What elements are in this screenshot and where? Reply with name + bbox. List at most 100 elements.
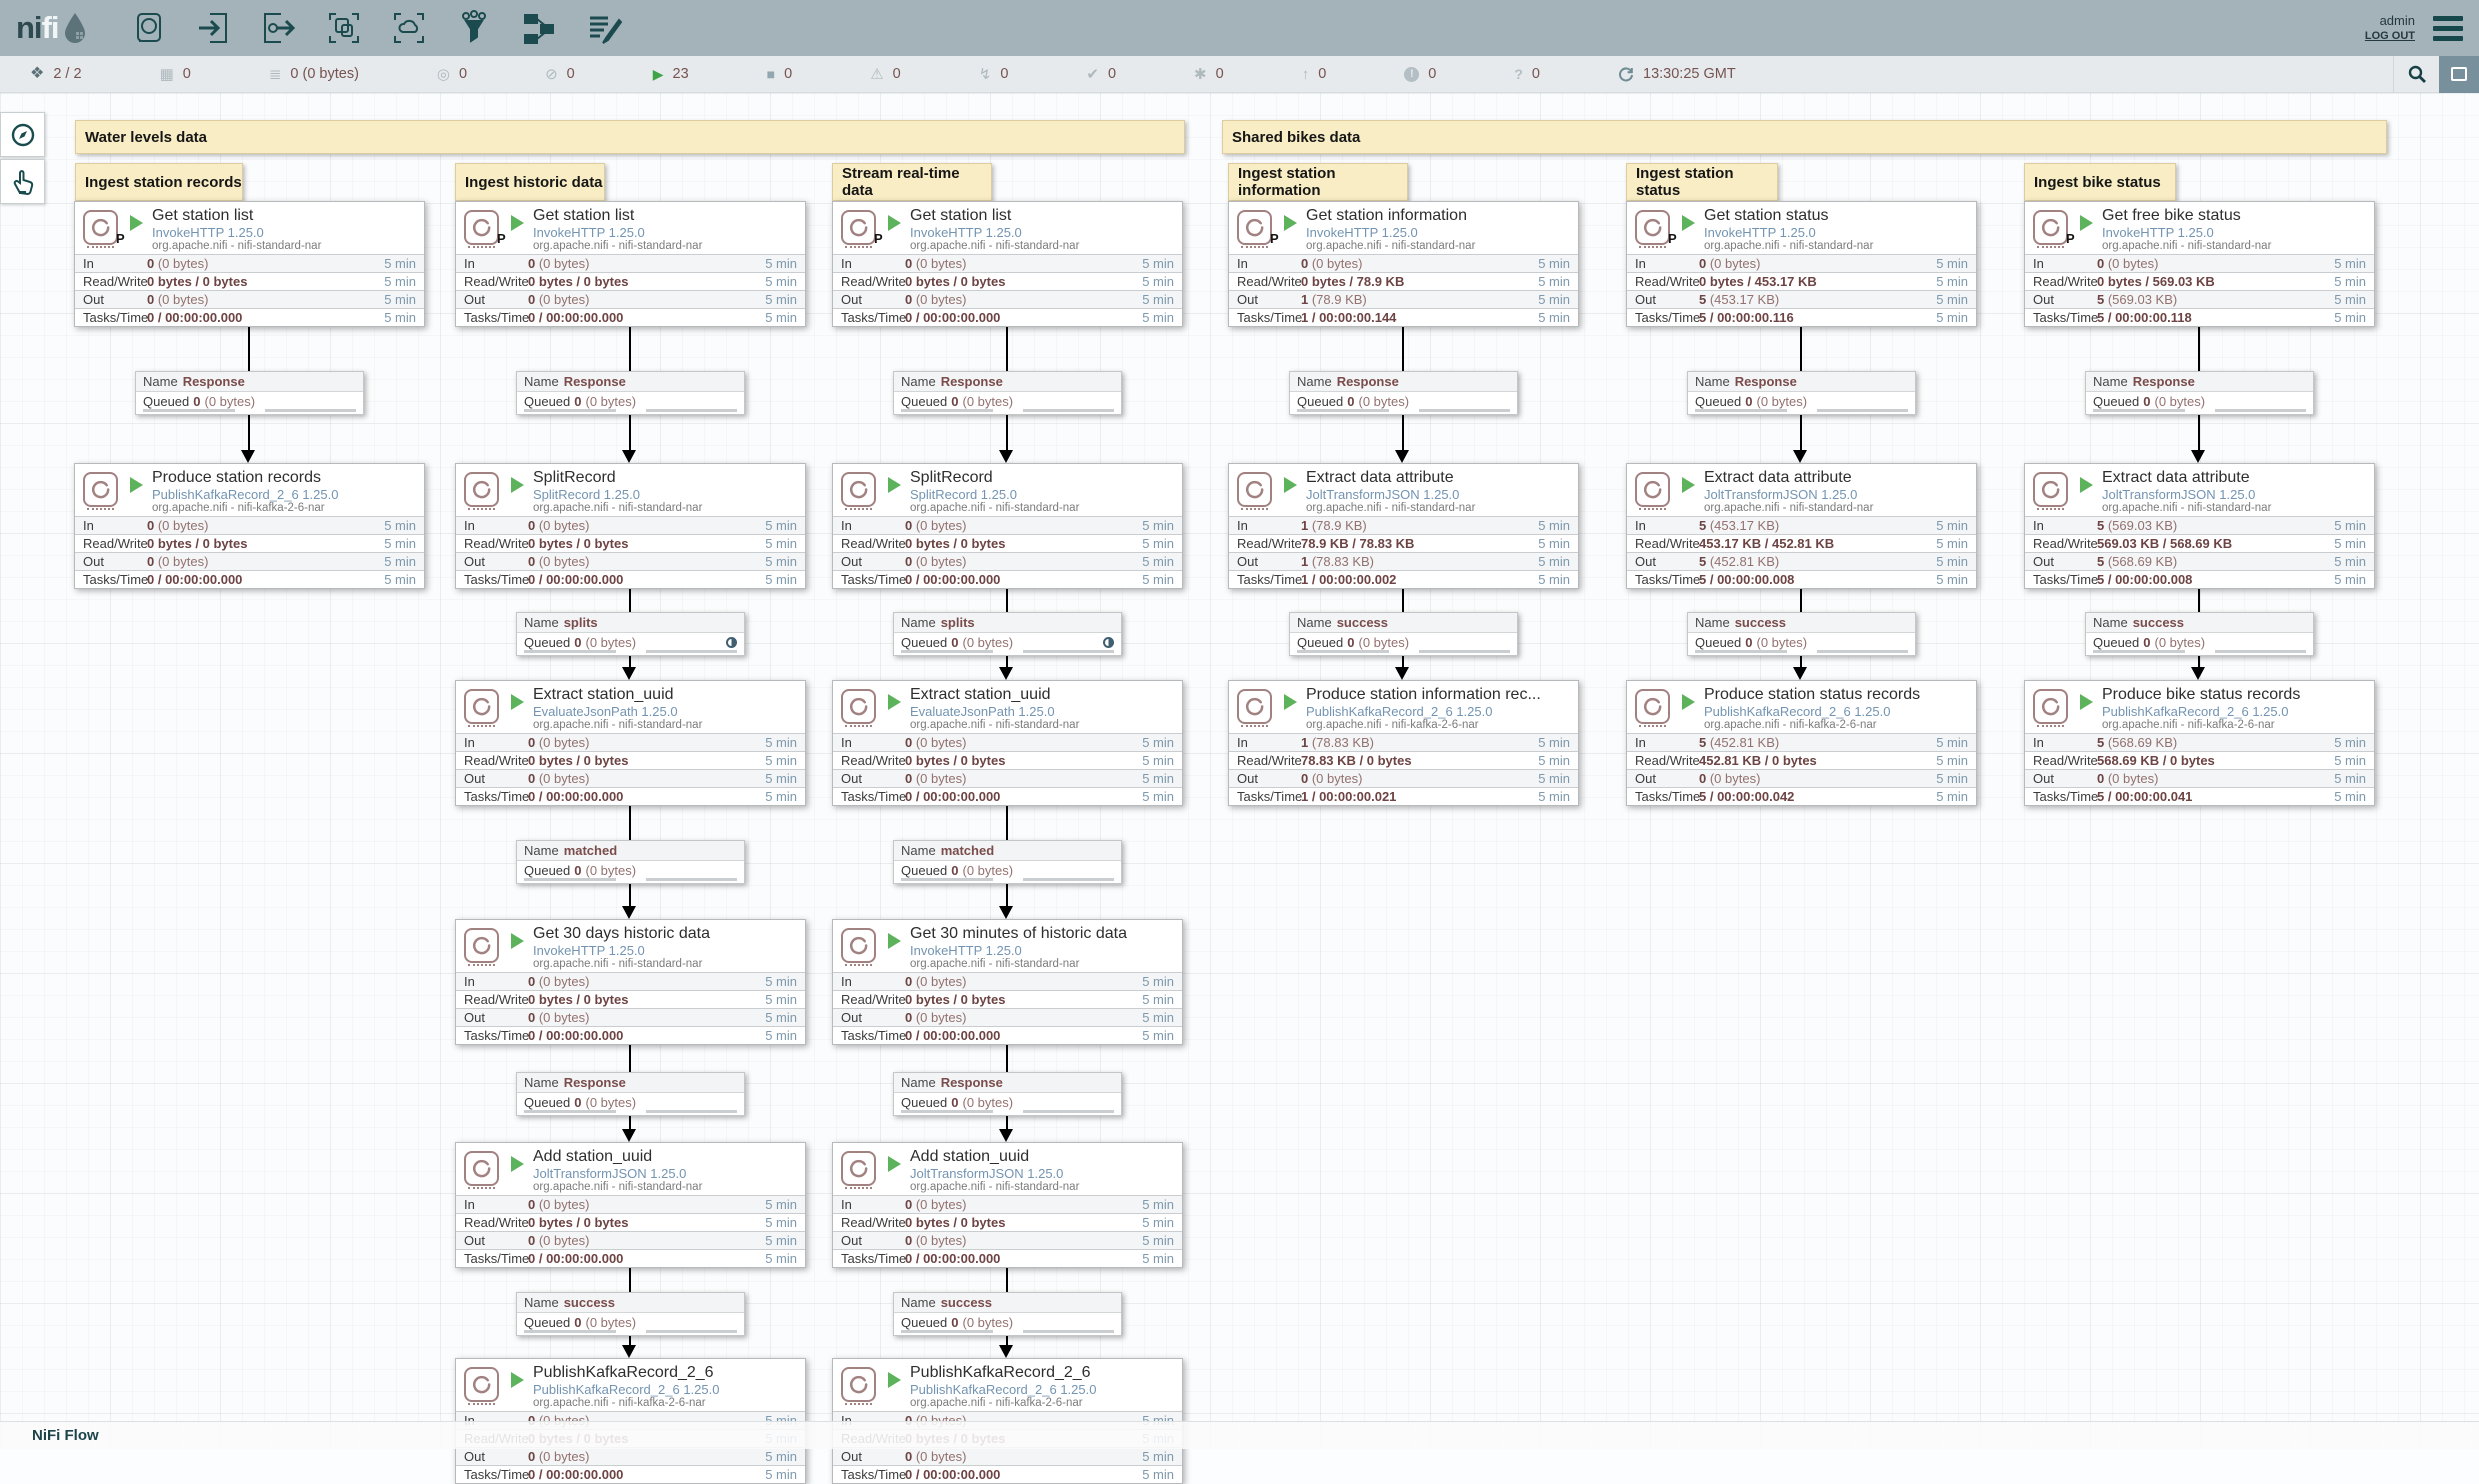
processor-node[interactable]: P Get station information InvokeHTTP 1.2… <box>1228 201 1579 327</box>
connection-name: success <box>1337 615 1388 630</box>
connection-label[interactable]: NameResponse Queued0(0 bytes) <box>135 371 364 415</box>
stat-label: Read/Write <box>464 992 528 1007</box>
connection-label[interactable]: NameResponse Queued0(0 bytes) <box>516 371 745 415</box>
connection-label[interactable]: NameResponse Queued0(0 bytes) <box>516 1072 745 1116</box>
remote-process-group-icon[interactable] <box>390 9 428 47</box>
output-port-icon[interactable] <box>260 9 298 47</box>
stat-window: 5 min <box>765 1251 797 1266</box>
processor-node[interactable]: P Get station list InvokeHTTP 1.25.0 org… <box>832 201 1183 327</box>
processor-stat-row: Tasks/Time 0 / 00:00:00.000 5 min <box>456 1249 805 1267</box>
processor-node[interactable]: Produce station information rec... Publi… <box>1228 680 1579 806</box>
processor-node[interactable]: Add station_uuid JoltTransformJSON 1.25.… <box>832 1142 1183 1268</box>
connection-label[interactable]: NameResponse Queued0(0 bytes) <box>1687 371 1916 415</box>
connection-label[interactable]: Namesuccess Queued0(0 bytes) <box>1289 612 1518 656</box>
processor-node[interactable]: SplitRecord SplitRecord 1.25.0 org.apach… <box>455 463 806 589</box>
stat-label: Read/Write <box>1237 274 1301 289</box>
processor-node[interactable]: Extract station_uuid EvaluateJsonPath 1.… <box>832 680 1183 806</box>
connection-label[interactable]: Namesplits Queued0(0 bytes) <box>893 612 1122 656</box>
processor-stat-row: Read/Write 453.17 KB / 452.81 KB 5 min <box>1627 534 1976 552</box>
running-status-icon <box>511 477 524 493</box>
processor-node[interactable]: Get 30 minutes of historic data InvokeHT… <box>832 919 1183 1045</box>
connection-name: Response <box>1735 374 1797 389</box>
processor-type: JoltTransformJSON 1.25.0 <box>910 1166 1063 1181</box>
processor-node[interactable]: Extract data attribute JoltTransformJSON… <box>1626 463 1977 589</box>
canvas-label[interactable]: Ingest historic data <box>455 163 605 201</box>
canvas-label[interactable]: Ingest bike status <box>2024 163 2176 201</box>
canvas-label[interactable]: Water levels data <box>75 120 1185 154</box>
connection-label[interactable]: Namesuccess Queued0(0 bytes) <box>2085 612 2314 656</box>
stat-label: Tasks/Time <box>1237 789 1301 804</box>
processor-stat-row: Tasks/Time 0 / 00:00:00.000 5 min <box>833 308 1182 326</box>
processor-node[interactable]: P Get station status InvokeHTTP 1.25.0 o… <box>1626 201 1977 327</box>
connection-label[interactable]: NameResponse Queued0(0 bytes) <box>893 1072 1122 1116</box>
stat-value: 5 / 00:00:00.042 <box>1699 789 1936 804</box>
stat-window: 5 min <box>2334 572 2366 587</box>
connection-name: matched <box>941 843 994 858</box>
component-toolbar <box>130 9 623 47</box>
breadcrumb[interactable]: NiFi Flow <box>32 1427 99 1444</box>
transmitting-count: ◎0 <box>437 66 467 82</box>
connection-label[interactable]: NameResponse Queued0(0 bytes) <box>893 371 1122 415</box>
process-group-icon[interactable] <box>325 9 363 47</box>
processor-node[interactable]: Extract station_uuid EvaluateJsonPath 1.… <box>455 680 806 806</box>
connection-arrowhead-icon <box>999 450 1013 463</box>
stat-window: 5 min <box>384 572 416 587</box>
connection-label[interactable]: Namesuccess Queued0(0 bytes) <box>516 1292 745 1336</box>
connection-label[interactable]: Namematched Queued0(0 bytes) <box>893 840 1122 884</box>
birdseye-button[interactable] <box>2439 56 2479 93</box>
processor-node[interactable]: Produce station status records PublishKa… <box>1626 680 1977 806</box>
label-icon[interactable] <box>585 9 623 47</box>
canvas-label[interactable]: Stream real-time data <box>832 163 992 201</box>
processor-node[interactable]: Get 30 days historic data InvokeHTTP 1.2… <box>455 919 806 1045</box>
search-button[interactable] <box>2393 56 2439 93</box>
connection-label[interactable]: NameResponse Queued0(0 bytes) <box>2085 371 2314 415</box>
canvas-label[interactable]: Ingest station status <box>1626 163 1778 201</box>
funnel-icon[interactable] <box>455 9 493 47</box>
logout-link[interactable]: LOG OUT <box>2365 29 2415 44</box>
connection-label[interactable]: Namematched Queued0(0 bytes) <box>516 840 745 884</box>
queued-count: 0 <box>574 635 581 650</box>
processor-node[interactable]: P Get station list InvokeHTTP 1.25.0 org… <box>455 201 806 327</box>
processor-type: JoltTransformJSON 1.25.0 <box>1704 487 1857 502</box>
canvas-label[interactable]: Ingest station information <box>1228 163 1408 201</box>
operate-palette-button[interactable] <box>0 159 45 204</box>
connection-label[interactable]: NameResponse Queued0(0 bytes) <box>1289 371 1518 415</box>
connection-label[interactable]: Namesplits Queued0(0 bytes) <box>516 612 745 656</box>
processor-type: PublishKafkaRecord_2_6 1.25.0 <box>1306 704 1492 719</box>
stat-window: 5 min <box>2334 256 2366 271</box>
processor-stat-row: Out 0 (0 bytes) 5 min <box>833 552 1182 570</box>
template-icon[interactable] <box>520 9 558 47</box>
processor-stat-row: Out 5 (568.69 KB) 5 min <box>2025 552 2374 570</box>
processor-name: Get free bike status <box>2102 207 2241 225</box>
processor-node[interactable]: Extract data attribute JoltTransformJSON… <box>1228 463 1579 589</box>
stat-label: In <box>2033 518 2097 533</box>
canvas-label[interactable]: Shared bikes data <box>1222 120 2387 154</box>
processor-stat-row: In 5 (569.03 KB) 5 min <box>2025 516 2374 534</box>
processor-node[interactable]: P Get station list InvokeHTTP 1.25.0 org… <box>74 201 425 327</box>
connection-label[interactable]: Namesuccess Queued0(0 bytes) <box>893 1292 1122 1336</box>
processor-stat-row: Read/Write 568.69 KB / 0 bytes 5 min <box>2025 751 2374 769</box>
processor-type: InvokeHTTP 1.25.0 <box>1306 225 1418 240</box>
processor-node[interactable]: Produce station records PublishKafkaReco… <box>74 463 425 589</box>
stat-value: 0 bytes / 0 bytes <box>528 992 765 1007</box>
processor-node[interactable]: P Get free bike status InvokeHTTP 1.25.0… <box>2024 201 2375 327</box>
stat-value: 0 bytes / 0 bytes <box>528 536 765 551</box>
processor-node[interactable]: Add station_uuid JoltTransformJSON 1.25.… <box>455 1142 806 1268</box>
processor-glyph-icon <box>464 210 499 245</box>
queue-indicator-bars <box>1297 650 1510 653</box>
cluster-count: ❖2 / 2 <box>30 66 82 82</box>
processor-node[interactable]: Produce bike status records PublishKafka… <box>2024 680 2375 806</box>
global-menu-icon[interactable] <box>2429 12 2467 45</box>
navigate-palette-button[interactable] <box>0 112 45 157</box>
input-port-icon[interactable] <box>195 9 233 47</box>
canvas-label[interactable]: Ingest station records <box>75 163 243 201</box>
stat-value: 0 / 00:00:00.000 <box>905 1467 1142 1482</box>
processor-node[interactable]: Extract data attribute JoltTransformJSON… <box>2024 463 2375 589</box>
refresh-status[interactable]: 13:30:25 GMT <box>1618 66 1736 82</box>
connection-label[interactable]: Namesuccess Queued0(0 bytes) <box>1687 612 1916 656</box>
stat-label: Out <box>841 292 905 307</box>
processor-node[interactable]: SplitRecord SplitRecord 1.25.0 org.apach… <box>832 463 1183 589</box>
processor-icon[interactable] <box>130 9 168 47</box>
stat-window: 5 min <box>1538 536 1570 551</box>
flow-canvas[interactable]: Water levels data Shared bikes data Ingest… <box>0 93 2479 1449</box>
